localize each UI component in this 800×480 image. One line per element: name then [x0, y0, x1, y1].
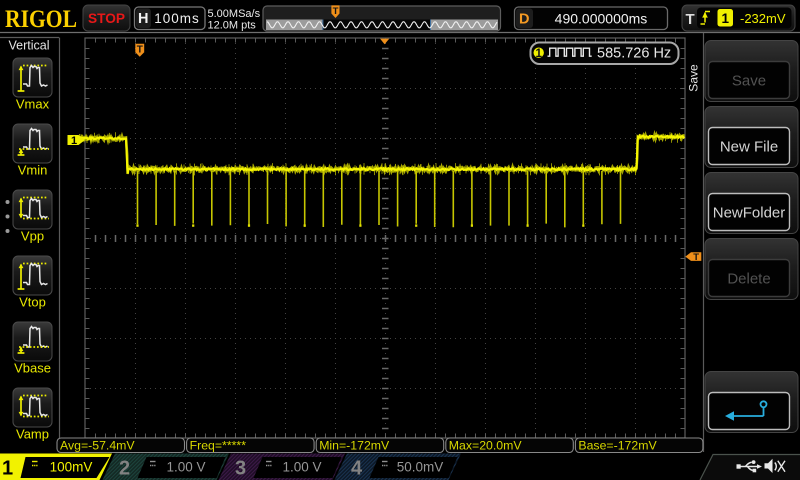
svg-text:D: D — [519, 11, 529, 27]
svg-text:Min=-172mV: Min=-172mV — [319, 439, 390, 453]
svg-text:3: 3 — [235, 458, 246, 480]
svg-text:Vtop: Vtop — [19, 295, 46, 310]
svg-text:H: H — [138, 11, 148, 27]
svg-text:2: 2 — [119, 458, 130, 480]
svg-text:Save: Save — [732, 73, 766, 90]
svg-text:Save: Save — [687, 64, 701, 92]
svg-text:4: 4 — [351, 458, 363, 480]
svg-text:RIGOL: RIGOL — [5, 6, 77, 33]
svg-text:Max=20.0mV: Max=20.0mV — [449, 439, 523, 453]
svg-text:1.00 V: 1.00 V — [166, 460, 205, 475]
svg-text:1: 1 — [71, 135, 77, 147]
svg-text:1: 1 — [535, 48, 542, 60]
svg-text:Vpp: Vpp — [21, 229, 44, 244]
svg-text:Vbase: Vbase — [14, 361, 51, 376]
svg-text:12.0M pts: 12.0M pts — [208, 20, 257, 32]
svg-text:Vmin: Vmin — [18, 163, 48, 178]
svg-text:T: T — [686, 11, 695, 28]
svg-text:5.00MSa/s: 5.00MSa/s — [208, 8, 261, 20]
svg-text:T: T — [333, 6, 339, 17]
svg-text:STOP: STOP — [88, 11, 125, 26]
svg-text:NewFolder: NewFolder — [713, 205, 786, 222]
svg-text:100mV: 100mV — [50, 460, 93, 475]
svg-text:1: 1 — [721, 11, 729, 26]
svg-text:Avg=-57.4mV: Avg=-57.4mV — [60, 439, 135, 453]
svg-text:T: T — [137, 45, 143, 56]
svg-text:Delete: Delete — [727, 271, 770, 288]
svg-text:New File: New File — [720, 139, 778, 156]
svg-text:1.00 V: 1.00 V — [282, 460, 321, 475]
svg-text:Vmax: Vmax — [16, 97, 50, 112]
svg-text:100ms: 100ms — [154, 11, 200, 26]
svg-text:T: T — [693, 252, 699, 263]
svg-text:1: 1 — [2, 458, 13, 480]
svg-text:490.000000ms: 490.000000ms — [555, 10, 648, 26]
svg-text:Base=-172mV: Base=-172mV — [578, 439, 657, 453]
svg-text:Freq=*****: Freq=***** — [190, 439, 247, 453]
svg-text:50.0mV: 50.0mV — [397, 460, 444, 475]
svg-text:585.726 Hz: 585.726 Hz — [597, 46, 671, 62]
svg-text:-232mV: -232mV — [740, 11, 786, 26]
svg-text:Vertical: Vertical — [9, 39, 50, 53]
svg-text:Vamp: Vamp — [16, 427, 49, 442]
